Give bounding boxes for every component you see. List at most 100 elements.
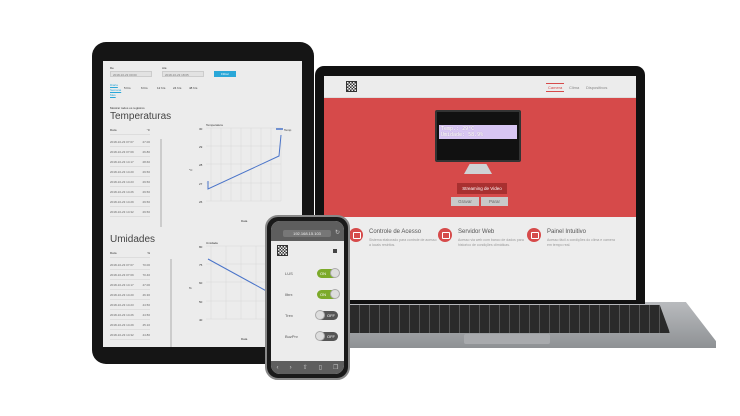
- phone-device: 192.168.15.103 ↻ ‹ › ⇧ ▯ ❐ LUS ON Ilbrx ON T…: [265, 215, 350, 380]
- cell-date: 2018-10-23 14:20: [110, 170, 134, 174]
- cell-value: 29.50: [142, 210, 150, 214]
- temperatures-heading: Temperaturas: [110, 111, 172, 122]
- col-header: °C: [146, 128, 150, 132]
- stop-button[interactable]: Parar: [481, 197, 508, 206]
- streaming-button[interactable]: Streaming de Video: [457, 183, 507, 194]
- table-row: 2018-10-23 14:17 47.00: [110, 280, 150, 290]
- y-tick: 40: [199, 318, 203, 322]
- logo-qr: [346, 81, 357, 92]
- tabs-icon[interactable]: ❐: [333, 364, 338, 371]
- cell-date: 2018-10-23 07:09: [110, 273, 134, 277]
- table-row: 2018-10-23 14:32 44.80: [110, 330, 150, 340]
- toggle-state: OFF: [327, 313, 335, 318]
- dashboard-icon: [527, 228, 541, 242]
- device-toggle[interactable]: OFF: [315, 331, 338, 341]
- table-scrollbar[interactable]: [160, 139, 162, 227]
- radio-option[interactable]: 24 hrs: [173, 86, 181, 90]
- y-tick: 30: [199, 127, 203, 131]
- y-tick: 80: [199, 245, 203, 249]
- radio-option[interactable]: 48 hrs: [189, 86, 197, 90]
- cell-date: 2018-10-23 07:07: [110, 263, 134, 267]
- link-month[interactable]: Mes: [110, 93, 116, 97]
- toggle-knob: [315, 310, 325, 320]
- cell-date: 2018-10-23 14:23: [110, 303, 134, 307]
- feature-desc: Acesso via web com banco de dados para h…: [458, 238, 524, 247]
- cell-value: 28.60: [142, 160, 150, 164]
- y-tick: 28: [199, 163, 203, 167]
- monitor-stand: [464, 164, 492, 174]
- device-toggle[interactable]: ON: [317, 268, 340, 278]
- lcd-display: Temp.: 29°C Umidade: 58.9%: [439, 125, 517, 139]
- y-tick: 75: [199, 263, 203, 267]
- forward-icon[interactable]: ›: [290, 365, 292, 371]
- table-row: 2018-10-23 14:20 29.50: [110, 167, 150, 177]
- nav-dispositivos[interactable]: Dispositivos: [586, 85, 607, 90]
- from-label: De: [110, 66, 114, 70]
- temperature-line: [207, 134, 282, 190]
- cell-value: 44.50: [142, 303, 150, 307]
- toggle-knob: [330, 268, 340, 278]
- url-field[interactable]: 192.168.15.103: [283, 230, 331, 237]
- cell-date: 2018-10-23 14:17: [110, 160, 134, 164]
- cell-date: 2018-10-23 14:29: [110, 200, 134, 204]
- toggle-state: ON: [320, 292, 326, 297]
- toggle-state: ON: [320, 271, 326, 276]
- laptop-trackpad: [464, 334, 550, 344]
- feature-title: Painel Intuitivo: [547, 229, 587, 235]
- link-daily[interactable]: Diaria: [110, 83, 118, 87]
- reload-icon[interactable]: ↻: [335, 229, 340, 236]
- show-all-link[interactable]: Mostrar todos os registros: [110, 106, 145, 110]
- cell-value: 29.50: [142, 180, 150, 184]
- temperature-chart: Temperatura Temp °C Data 30 29 28 27 26: [181, 123, 301, 223]
- device-toggle[interactable]: OFF: [315, 310, 338, 320]
- col-header: %: [147, 251, 150, 255]
- laptop-device: Camera Clima Dispositivos Temp.: 29°C Um…: [315, 66, 645, 304]
- table-row: 2018-10-23 14:23 44.50: [110, 300, 150, 310]
- device-toggle[interactable]: ON: [317, 289, 340, 299]
- table-row: 2018-10-23 14:17 28.60: [110, 157, 150, 167]
- logo-qr: [277, 245, 288, 256]
- phone-screen: 192.168.15.103 ↻ ‹ › ⇧ ▯ ❐ LUS ON Ilbrx ON T…: [271, 221, 344, 374]
- cell-value: 27.00: [142, 140, 150, 144]
- laptop-keyboard: [330, 305, 670, 333]
- menu-icon[interactable]: [333, 249, 337, 253]
- cell-value: 44.80: [142, 333, 150, 337]
- y-tick: 60: [199, 281, 203, 285]
- device-label: Ilbrx: [285, 292, 293, 297]
- laptop-screen: Camera Clima Dispositivos Temp.: 29°C Um…: [324, 76, 636, 300]
- y-tick: 29: [199, 145, 203, 149]
- record-button[interactable]: Gravar: [451, 197, 479, 206]
- to-label: Até: [162, 66, 167, 70]
- cell-value: 44.50: [142, 313, 150, 317]
- bookmarks-icon[interactable]: ▯: [319, 364, 322, 371]
- table-row: 2018-10-23 14:26 29.50: [110, 187, 150, 197]
- back-icon[interactable]: ‹: [277, 365, 279, 371]
- radio-option[interactable]: 12 hrs: [157, 86, 165, 90]
- device-label: Trex: [285, 313, 293, 318]
- table-row: 2018-10-23 07:07 27.00: [110, 137, 150, 147]
- cell-value: 47.00: [142, 283, 150, 287]
- access-icon: [349, 228, 363, 242]
- from-input[interactable]: 2018-10-23 00:00: [110, 71, 152, 77]
- radio-option[interactable]: 6 hrs: [141, 86, 148, 90]
- browser-bar: 192.168.15.103 ↻: [271, 221, 344, 241]
- toggle-knob: [315, 331, 325, 341]
- to-input[interactable]: 2018-10-23 18:05: [162, 71, 204, 77]
- feature-title: Controle de Acesso: [369, 229, 422, 235]
- filter-button[interactable]: Filtrar: [214, 71, 236, 77]
- browser-toolbar: ‹ › ⇧ ▯ ❐: [271, 361, 344, 374]
- nav-clima[interactable]: Clima: [569, 85, 579, 90]
- table-scrollbar[interactable]: [170, 259, 172, 347]
- radio-option[interactable]: 5 hrs: [124, 86, 131, 90]
- cell-date: 2018-10-23 14:23: [110, 180, 134, 184]
- link-week[interactable]: Semana: [110, 88, 121, 92]
- share-icon[interactable]: ⇧: [303, 364, 308, 371]
- cell-date: 2018-10-23 07:09: [110, 150, 134, 154]
- nav-camera[interactable]: Camera: [546, 83, 565, 92]
- cell-date: 2018-10-23 14:17: [110, 283, 134, 287]
- cell-value: 70.40: [142, 273, 150, 277]
- cell-value: 45.10: [142, 323, 150, 327]
- cell-date: 2018-10-23 14:20: [110, 293, 134, 297]
- table-row: 2018-10-23 14:20 46.30: [110, 290, 150, 300]
- toggle-knob: [330, 289, 340, 299]
